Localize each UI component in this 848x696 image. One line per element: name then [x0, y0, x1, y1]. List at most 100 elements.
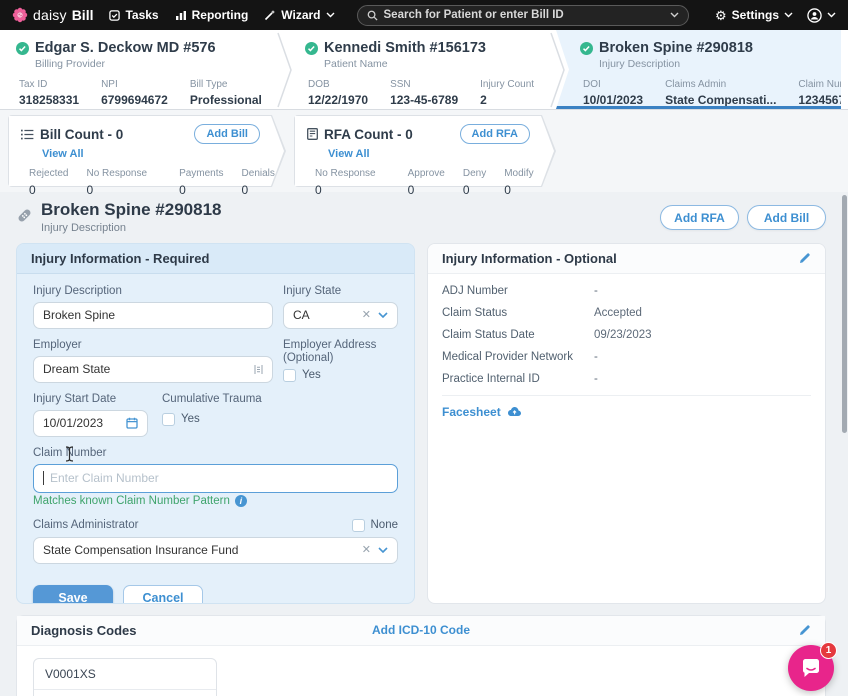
- injury-info-required-panel: Injury Information - Required Injury Des…: [16, 243, 415, 604]
- add-icd10-code-link[interactable]: Add ICD-10 Code: [372, 623, 470, 637]
- calendar-icon[interactable]: [126, 417, 138, 429]
- claims-administrator-value: State Compensation Insurance Fund: [43, 543, 355, 557]
- nav-account-menu[interactable]: [807, 8, 836, 23]
- cumulative-trauma-yes-checkbox[interactable]: [162, 413, 175, 426]
- daisy-flower-icon: [12, 7, 28, 23]
- bill-stat-payments: Payments0: [179, 168, 223, 197]
- page-subtitle: Injury Description: [41, 222, 221, 234]
- brand-text-bill: Bill: [72, 7, 94, 23]
- injury-card-selected[interactable]: Broken Spine #290818 Injury Description …: [556, 30, 841, 109]
- icd10-code: V0001XS: [34, 659, 216, 690]
- cancel-button[interactable]: Cancel: [123, 585, 203, 604]
- search-placeholder: Search for Patient or enter Bill ID: [384, 9, 664, 21]
- daisybill-logo[interactable]: daisyBill: [12, 7, 93, 23]
- injury-description-input[interactable]: [43, 308, 263, 322]
- injury-state-label: Injury State: [283, 285, 398, 297]
- account-chevron-down-icon: [827, 12, 836, 18]
- claims-admin-none-label: None: [371, 519, 399, 531]
- employer-address-yes-label: Yes: [302, 369, 321, 381]
- claims-admin-none-checkbox[interactable]: [352, 519, 365, 532]
- patient-card[interactable]: Kennedi Smith #156173 Patient Name DOB 1…: [283, 30, 556, 109]
- check-circle-icon: [580, 42, 593, 55]
- employer-input[interactable]: [43, 362, 248, 376]
- practice-internal-id-row: Practice Internal ID-: [442, 368, 811, 390]
- injury-description-label: Injury Description: [33, 285, 273, 297]
- bill-view-all-link[interactable]: View All: [42, 148, 84, 160]
- chat-bubble-icon: [800, 657, 822, 679]
- claim-number-field[interactable]: [33, 464, 398, 493]
- rfa-count-title: RFA Count - 0: [324, 127, 413, 142]
- select-chevron-down-icon: [378, 547, 388, 553]
- bill-count-title: Bill Count - 0: [40, 127, 123, 142]
- edit-pencil-icon[interactable]: [798, 624, 811, 637]
- check-circle-icon: [16, 42, 29, 55]
- edit-pencil-icon[interactable]: [798, 252, 811, 265]
- page-add-rfa-button[interactable]: Add RFA: [660, 205, 739, 230]
- settings-chevron-down-icon: [784, 12, 793, 18]
- injury-title: Broken Spine #290818: [599, 40, 753, 56]
- nav-settings-label: Settings: [732, 8, 779, 22]
- claims-administrator-label: Claims Administrator: [33, 519, 138, 531]
- check-circle-icon: [305, 42, 318, 55]
- billing-provider-card[interactable]: Edgar S. Deckow MD #576 Billing Provider…: [0, 30, 283, 109]
- add-rfa-button[interactable]: Add RFA: [460, 124, 530, 144]
- diagnosis-codes-panel: Diagnosis Codes Add ICD-10 Code V0001XS …: [16, 615, 826, 696]
- page-title: Broken Spine #290818: [41, 201, 221, 220]
- patient-dob: DOB 12/22/1970: [308, 79, 368, 107]
- search-chevron-down-icon[interactable]: [670, 12, 679, 18]
- employer-address-yes-checkbox[interactable]: [283, 369, 296, 382]
- claims-administrator-select[interactable]: State Compensation Insurance Fund ✕: [33, 537, 398, 564]
- employer-field[interactable]: [33, 356, 273, 383]
- rfa-document-icon: [307, 128, 318, 140]
- injury-description-field[interactable]: [33, 302, 273, 329]
- nav-wizard[interactable]: Wizard: [264, 8, 334, 22]
- medical-provider-network-row: Medical Provider Network-: [442, 346, 811, 368]
- required-panel-title: Injury Information - Required: [17, 244, 414, 274]
- employer-label: Employer: [33, 339, 273, 351]
- context-header-strip: Edgar S. Deckow MD #576 Billing Provider…: [0, 30, 848, 110]
- injury-start-date-field[interactable]: [33, 410, 148, 437]
- optional-panel-title: Injury Information - Optional: [442, 251, 617, 266]
- rfa-stat-deny: Deny0: [463, 168, 486, 197]
- injury-state-select[interactable]: CA ✕: [283, 302, 398, 329]
- injury-start-date-input[interactable]: [43, 416, 120, 430]
- facesheet-link[interactable]: Facesheet: [442, 396, 811, 428]
- text-cursor-ibeam-icon: [65, 446, 74, 462]
- claim-number-input[interactable]: [50, 471, 388, 485]
- clear-x-icon[interactable]: ✕: [362, 310, 371, 321]
- provider-subtitle: Billing Provider: [35, 58, 271, 70]
- bandage-icon: [16, 207, 33, 224]
- page-add-bill-button[interactable]: Add Bill: [747, 205, 826, 230]
- counts-row: Bill Count - 0 Add Bill View All Rejecte…: [0, 110, 848, 192]
- diagnosis-code-card[interactable]: V0001XS Ped on foot injured in collision…: [33, 658, 217, 696]
- gear-icon: ⚙: [715, 9, 727, 22]
- global-search-input[interactable]: Search for Patient or enter Bill ID: [357, 5, 689, 26]
- injury-info-optional-panel: Injury Information - Optional ADJ Number…: [427, 243, 826, 604]
- nav-tasks[interactable]: Tasks: [109, 8, 158, 22]
- chat-notification-badge: 1: [820, 642, 837, 659]
- provider-title: Edgar S. Deckow MD #576: [35, 40, 216, 56]
- nav-reporting[interactable]: Reporting: [175, 8, 249, 22]
- rfa-view-all-link[interactable]: View All: [328, 148, 370, 160]
- nav-reporting-label: Reporting: [192, 8, 249, 22]
- tasks-icon: [109, 10, 120, 21]
- injury-claims-admin: Claims Admin State Compensati...: [665, 79, 776, 107]
- rfa-stat-no-response: No Response0: [315, 168, 376, 197]
- add-bill-button[interactable]: Add Bill: [194, 124, 260, 144]
- employer-address-label: Employer Address: [283, 339, 398, 351]
- bill-stat-no-response: No Response0: [86, 168, 147, 197]
- claim-pattern-hint: Matches known Claim Number Pattern: [33, 495, 230, 507]
- chat-launcher-button[interactable]: 1: [788, 645, 834, 691]
- wand-icon: [264, 9, 276, 21]
- claim-number-label: Claim Number: [33, 447, 398, 459]
- clear-x-icon[interactable]: ✕: [362, 545, 371, 556]
- scrollbar-thumb[interactable]: [842, 195, 847, 433]
- chevron-down-icon: [326, 12, 335, 18]
- text-caret: [43, 471, 44, 485]
- info-icon[interactable]: i: [235, 495, 247, 507]
- nav-settings[interactable]: ⚙ Settings: [715, 8, 793, 22]
- patient-title: Kennedi Smith #156173: [324, 40, 486, 56]
- select-chevron-down-icon: [378, 312, 388, 318]
- facesheet-label: Facesheet: [442, 405, 501, 419]
- save-button[interactable]: Save: [33, 585, 113, 604]
